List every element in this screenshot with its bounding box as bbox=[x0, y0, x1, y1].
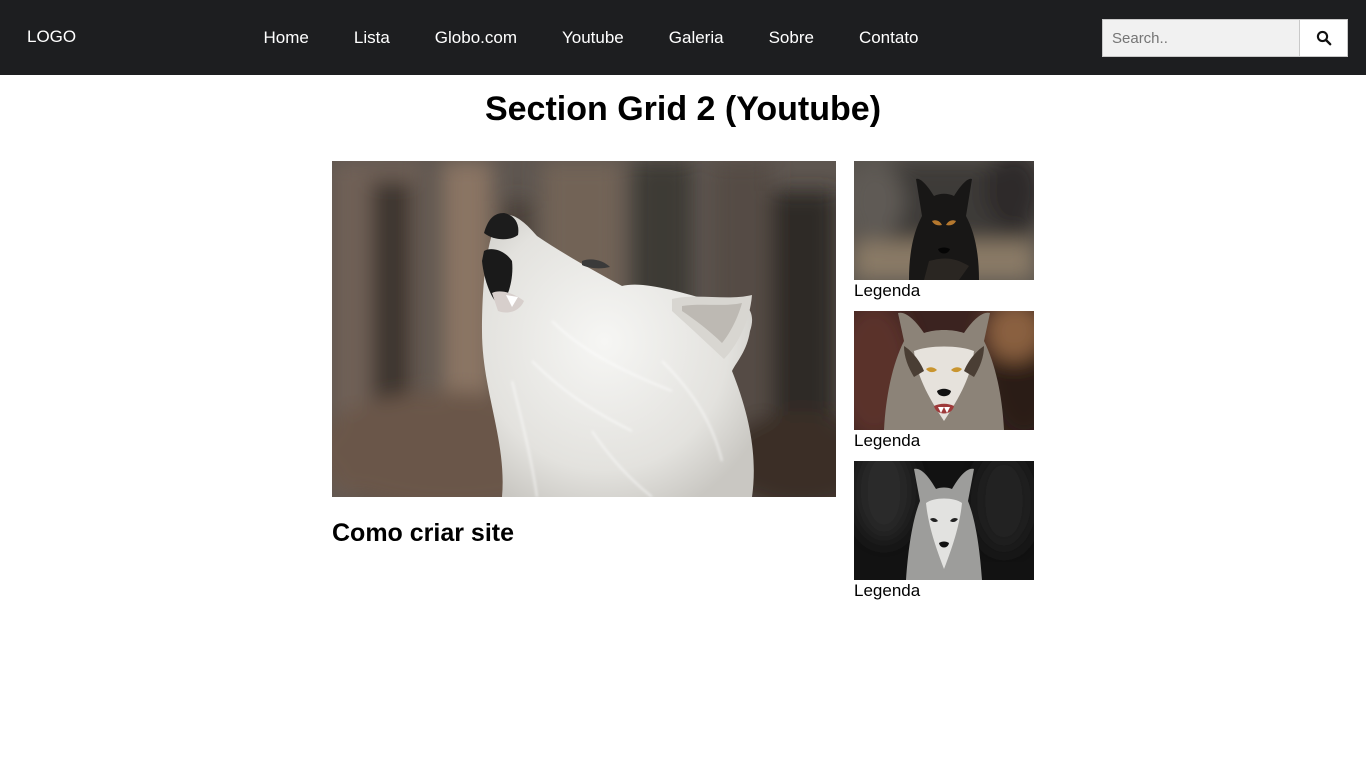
menu-item-youtube[interactable]: Youtube bbox=[539, 0, 646, 75]
side-video-caption: Legenda bbox=[854, 581, 921, 600]
side-video-thumbnail[interactable] bbox=[854, 311, 1034, 430]
section-title: Section Grid 2 (Youtube) bbox=[484, 90, 882, 128]
main-menu: Home Lista Globo.com Youtube Galeria Sob… bbox=[241, 0, 941, 75]
side-video-caption: Legenda bbox=[854, 281, 921, 300]
logo[interactable]: LOGO bbox=[27, 28, 76, 46]
side-video-thumbnail[interactable] bbox=[854, 461, 1034, 580]
side-video-thumbnail[interactable] bbox=[854, 161, 1034, 280]
menu-item-globo[interactable]: Globo.com bbox=[412, 0, 539, 75]
menu-item-lista[interactable]: Lista bbox=[331, 0, 412, 75]
navbar: LOGO Home Lista Globo.com Youtube Galeri… bbox=[0, 0, 1366, 75]
menu-item-contato[interactable]: Contato bbox=[836, 0, 941, 75]
side-video-item: Legenda bbox=[854, 311, 1034, 461]
main-video-thumbnail[interactable] bbox=[332, 161, 836, 497]
search-button[interactable] bbox=[1299, 19, 1348, 57]
side-video-item: Legenda bbox=[854, 161, 1034, 311]
search-input[interactable] bbox=[1102, 19, 1299, 57]
menu-item-galeria[interactable]: Galeria bbox=[646, 0, 746, 75]
main-video-card: Como criar site bbox=[332, 161, 836, 548]
search-form bbox=[1102, 19, 1348, 57]
menu-item-home[interactable]: Home bbox=[241, 0, 331, 75]
side-video-caption: Legenda bbox=[854, 431, 921, 450]
menu-item-sobre[interactable]: Sobre bbox=[746, 0, 836, 75]
side-video-item: Legenda bbox=[854, 461, 1034, 611]
main-video-title[interactable]: Como criar site bbox=[332, 518, 836, 548]
search-icon bbox=[1316, 30, 1331, 46]
side-video-list: Legenda Legenda Legenda bbox=[854, 161, 1034, 611]
